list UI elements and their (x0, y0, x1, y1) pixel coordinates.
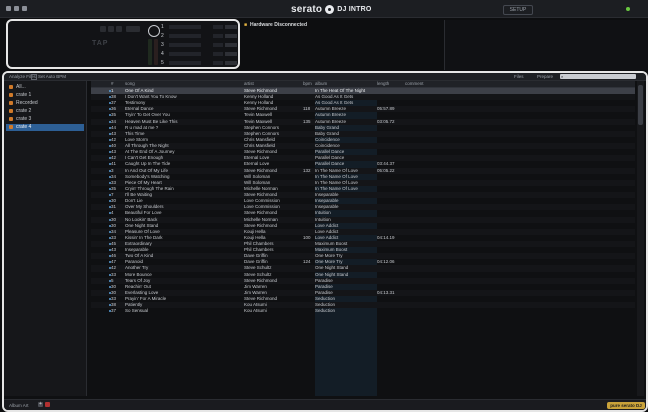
browser-header: Analyze Files Set Auto BPM Files Prepare… (4, 73, 646, 81)
right-deck-panel (444, 20, 648, 70)
crate-icon (9, 108, 13, 113)
lock-icon[interactable] (22, 6, 27, 11)
level-meter (148, 39, 152, 65)
sidebar-item-label: All... (16, 84, 26, 90)
app-logo: serato DJ INTRO (291, 3, 372, 15)
loop-button[interactable] (126, 26, 140, 32)
record-icon[interactable] (45, 402, 50, 407)
vertical-scrollbar[interactable] (637, 81, 644, 396)
sidebar-item-label: crate 4 (16, 124, 32, 130)
crate-icon (9, 116, 13, 121)
level-meter (154, 39, 158, 65)
next-icon[interactable] (116, 26, 122, 32)
panel-icon[interactable] (14, 6, 19, 11)
library-browser: Analyze Files Set Auto BPM Files Prepare… (2, 71, 648, 412)
bottom-bar: Album Art + pure serato DJ INTRO (4, 399, 646, 410)
auto-bpm-label: Set Auto BPM (38, 74, 67, 79)
column-header[interactable]: # (111, 81, 114, 87)
prev-icon[interactable] (100, 26, 106, 32)
track-song: So Sensual (125, 308, 149, 314)
sidebar-item[interactable]: Recorded (6, 100, 84, 107)
column-header[interactable]: length (377, 81, 389, 87)
cue-row[interactable]: 1 (161, 24, 238, 30)
column-header[interactable]: bpm (303, 81, 312, 87)
sidebar-item-label: crate 2 (16, 108, 32, 114)
files-button[interactable]: Files (514, 74, 524, 79)
crate-icon (9, 100, 13, 105)
brand-text: serato (291, 3, 323, 15)
search-icon: ⌕ (561, 74, 564, 79)
table-row[interactable]: 37 So Sensual Kou Atsumi Seduction (91, 308, 635, 314)
warning-icon: ■ (244, 22, 248, 28)
tap-button[interactable]: TAP (92, 40, 108, 47)
prepare-button[interactable]: Prepare (537, 74, 553, 79)
crate-icon (9, 92, 13, 97)
cue-row[interactable]: 3 (161, 42, 238, 48)
brand-badge: pure serato DJ INTRO (607, 402, 645, 409)
track-number: 37 (111, 308, 117, 314)
sidebar-item[interactable]: crate 3 (6, 116, 84, 123)
track-artist: Kou Atsumi (244, 308, 267, 314)
top-bar: serato DJ INTRO SETUP (0, 0, 648, 18)
album-art-button[interactable]: Album Art (9, 403, 29, 408)
crate-icon (9, 124, 13, 129)
column-header[interactable]: album (315, 81, 327, 87)
status-text: Hardware Disconnected (250, 22, 307, 28)
cue-row[interactable]: 2 (161, 33, 238, 39)
cue-row[interactable]: 5 (161, 60, 238, 66)
tempo-dial[interactable] (148, 25, 160, 37)
cue-row[interactable]: 4 (161, 51, 238, 57)
scroll-thumb[interactable] (638, 85, 643, 125)
column-header[interactable]: artist (244, 81, 254, 87)
track-table: # song artist bpm album length comment 1 One Of… (91, 81, 635, 396)
search-input[interactable]: ⌕ (560, 74, 636, 79)
column-header[interactable]: comment (405, 81, 424, 87)
auto-bpm-checkbox[interactable] (31, 74, 37, 80)
product-text: DJ INTRO (337, 5, 372, 13)
table-header: # song artist bpm album length comment (91, 81, 635, 88)
gear-icon[interactable] (6, 6, 11, 11)
setup-button[interactable]: SETUP (503, 5, 533, 15)
hardware-status: ■ Hardware Disconnected (244, 22, 444, 32)
sidebar-item-label: crate 1 (16, 92, 32, 98)
crate-icon (9, 84, 13, 89)
track-album: Seduction (315, 308, 336, 314)
sidebar-item[interactable]: All... (6, 84, 84, 91)
status-indicator-icon (626, 7, 630, 11)
play-icon[interactable] (108, 26, 114, 32)
column-header[interactable]: song (125, 81, 135, 87)
sidebar-item[interactable]: crate 4 (6, 124, 84, 131)
add-crate-icon[interactable]: + (38, 402, 43, 407)
sidebar-item-label: crate 3 (16, 116, 32, 122)
sidebar-item[interactable]: crate 1 (6, 92, 84, 99)
serato-logo-icon (325, 4, 335, 14)
sidebar-item[interactable]: crate 2 (6, 108, 84, 115)
sidebar-item-label: Recorded (16, 100, 38, 106)
deck-panel: TAP 1 2 3 4 5 (6, 19, 240, 69)
crate-sidebar: All... crate 1 Recorded crate 2 crate 3 crate… (4, 81, 87, 396)
